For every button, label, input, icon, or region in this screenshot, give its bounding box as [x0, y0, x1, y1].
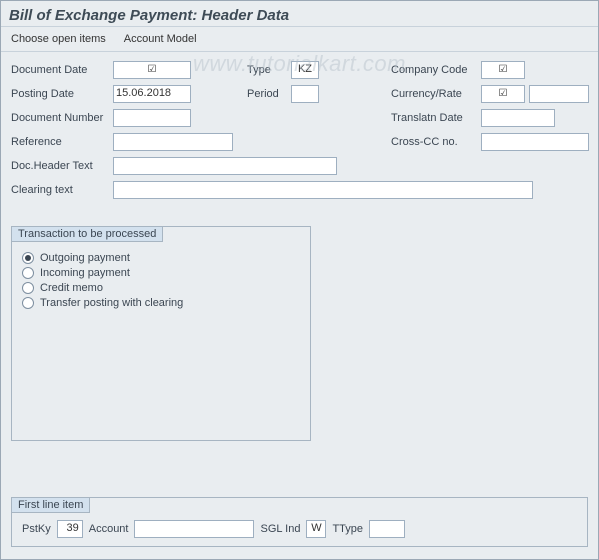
- period-label: Period: [247, 88, 291, 100]
- check-icon: ☑: [499, 64, 508, 75]
- doc-header-text-label: Doc.Header Text: [11, 160, 113, 172]
- sgl-ind-label: SGL Ind: [260, 523, 300, 535]
- ttype-label: TType: [332, 523, 363, 535]
- doc-header-text-input[interactable]: [113, 157, 337, 175]
- radio-outgoing-payment[interactable]: Outgoing payment: [22, 252, 300, 264]
- clearing-text-input[interactable]: [113, 181, 533, 199]
- document-date-input[interactable]: ☑: [113, 61, 191, 79]
- sap-window: Bill of Exchange Payment: Header Data Ch…: [0, 0, 599, 560]
- company-code-label: Company Code: [391, 64, 481, 76]
- document-date-label: Document Date: [11, 64, 113, 76]
- radio-credit-memo[interactable]: Credit memo: [22, 282, 300, 294]
- page-title: Bill of Exchange Payment: Header Data: [9, 7, 590, 24]
- header-form: Document Date ☑ Posting Date 15.06.2018 …: [1, 52, 598, 208]
- check-icon: ☑: [148, 64, 157, 75]
- radio-icon: [22, 267, 34, 279]
- cross-cc-no-input[interactable]: [481, 133, 589, 151]
- titlebar: Bill of Exchange Payment: Header Data: [1, 1, 598, 27]
- account-model-button[interactable]: Account Model: [122, 31, 199, 47]
- check-icon: ☑: [499, 88, 508, 99]
- radio-label: Outgoing payment: [40, 252, 130, 264]
- cross-cc-no-label: Cross-CC no.: [391, 136, 481, 148]
- radio-label: Transfer posting with clearing: [40, 297, 183, 309]
- currency-rate-label: Currency/Rate: [391, 88, 481, 100]
- radio-icon: [22, 297, 34, 309]
- type-input[interactable]: KZ: [291, 61, 319, 79]
- currency-input[interactable]: ☑: [481, 85, 525, 103]
- translatn-date-input[interactable]: [481, 109, 555, 127]
- account-input[interactable]: [134, 520, 254, 538]
- document-number-input[interactable]: [113, 109, 191, 127]
- posting-date-label: Posting Date: [11, 88, 113, 100]
- choose-open-items-button[interactable]: Choose open items: [9, 31, 108, 47]
- sgl-ind-input[interactable]: W: [306, 520, 326, 538]
- clearing-text-label: Clearing text: [11, 184, 113, 196]
- radio-label: Incoming payment: [40, 267, 130, 279]
- radio-icon: [22, 252, 34, 264]
- company-code-input[interactable]: ☑: [481, 61, 525, 79]
- radio-incoming-payment[interactable]: Incoming payment: [22, 267, 300, 279]
- header-col-mid: Type KZ Period: [247, 60, 377, 156]
- transaction-groupbox: Transaction to be processed Outgoing pay…: [11, 226, 311, 441]
- reference-input[interactable]: [113, 133, 233, 151]
- translatn-date-label: Translatn Date: [391, 112, 481, 124]
- posting-date-input[interactable]: 15.06.2018: [113, 85, 191, 103]
- rate-input[interactable]: [529, 85, 589, 103]
- pstky-input[interactable]: 39: [57, 520, 83, 538]
- radio-transfer-posting[interactable]: Transfer posting with clearing: [22, 297, 300, 309]
- period-input[interactable]: [291, 85, 319, 103]
- radio-icon: [22, 282, 34, 294]
- first-line-item-groupbox: First line item PstKy 39 Account SGL Ind…: [11, 497, 588, 547]
- radio-label: Credit memo: [40, 282, 103, 294]
- transaction-groupbox-title: Transaction to be processed: [11, 226, 163, 242]
- type-label: Type: [247, 64, 291, 76]
- toolbar: Choose open items Account Model: [1, 27, 598, 52]
- reference-label: Reference: [11, 136, 113, 148]
- account-label: Account: [89, 523, 129, 535]
- document-number-label: Document Number: [11, 112, 113, 124]
- header-col-left: Document Date ☑ Posting Date 15.06.2018 …: [11, 60, 233, 156]
- header-col-right: Company Code ☑ Currency/Rate ☑ Translatn…: [391, 60, 589, 156]
- ttype-input[interactable]: [369, 520, 405, 538]
- pstky-label: PstKy: [22, 523, 51, 535]
- first-line-item-title: First line item: [11, 497, 90, 513]
